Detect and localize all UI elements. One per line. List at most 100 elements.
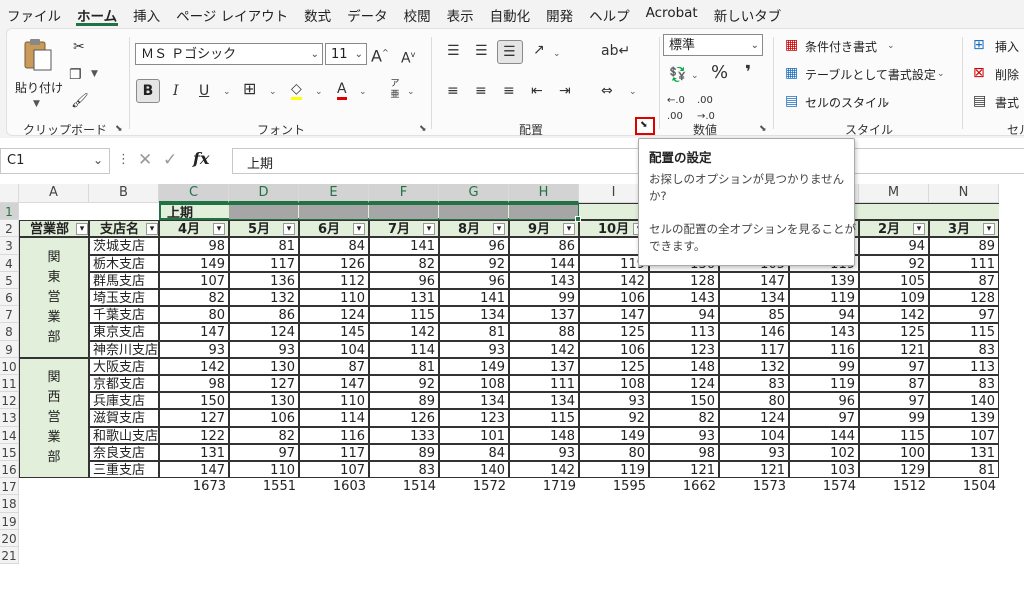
value-cell[interactable]: 104 [719, 426, 789, 444]
value-cell[interactable]: 83 [719, 375, 789, 393]
insert-function-button[interactable]: fx [193, 149, 209, 168]
value-cell[interactable]: 125 [579, 323, 649, 341]
chevron-down-icon[interactable]: ⌄ [691, 71, 699, 81]
dialog-launcher-icon[interactable]: ⬊ [115, 124, 123, 134]
phonetic-button[interactable]: ア 亜 [387, 79, 403, 105]
conditional-format-icon[interactable]: ▦ [785, 37, 798, 53]
value-cell[interactable]: 98 [159, 375, 229, 393]
branch-cell[interactable]: 京都支店 [89, 375, 159, 393]
value-cell[interactable]: 88 [509, 323, 579, 341]
column-header[interactable]: M [859, 184, 929, 203]
row-header[interactable]: 17 [0, 478, 19, 496]
total-cell[interactable]: 1673 [159, 478, 229, 495]
value-cell[interactable]: 93 [579, 392, 649, 410]
value-cell[interactable]: 144 [789, 426, 859, 444]
header-cell[interactable] [929, 203, 999, 221]
fill-color-icon[interactable]: ◇ [291, 81, 302, 100]
value-cell[interactable]: 110 [299, 392, 369, 410]
value-cell[interactable]: 87 [859, 375, 929, 393]
value-cell[interactable]: 85 [719, 306, 789, 324]
delete-cells-button[interactable]: 削除 [995, 66, 1019, 83]
row-header[interactable]: 19 [0, 512, 19, 530]
menu-tab[interactable]: 校閲 [397, 0, 440, 26]
menu-tab[interactable]: 挿入 [126, 0, 169, 26]
formula-input[interactable]: 上期 [232, 148, 1024, 174]
value-cell[interactable]: 89 [369, 392, 439, 410]
branch-cell[interactable]: 兵庫支店 [89, 392, 159, 410]
chevron-down-icon[interactable]: ⌄ [553, 49, 561, 59]
value-cell[interactable]: 139 [929, 409, 999, 427]
value-cell[interactable]: 112 [299, 271, 369, 289]
filter-dropdown-icon[interactable]: ▾ [423, 223, 435, 236]
value-cell[interactable]: 106 [229, 409, 299, 427]
chevron-down-icon[interactable]: ⌄ [269, 87, 277, 97]
value-cell[interactable]: 134 [719, 289, 789, 307]
menu-tab[interactable]: 表示 [440, 0, 483, 26]
value-cell[interactable]: 149 [579, 426, 649, 444]
row-header[interactable]: 14 [0, 426, 19, 444]
column-header[interactable]: H [509, 184, 579, 203]
value-cell[interactable]: 106 [579, 340, 649, 358]
branch-cell[interactable]: 大阪支店 [89, 357, 159, 375]
align-right-icon[interactable]: ≡ [503, 83, 515, 99]
font-color-icon[interactable]: A [337, 81, 347, 100]
value-cell[interactable]: 124 [719, 409, 789, 427]
value-cell[interactable]: 86 [229, 306, 299, 324]
value-cell[interactable]: 130 [229, 392, 299, 410]
filter-dropdown-icon[interactable]: ▾ [983, 223, 995, 236]
font-name-combo[interactable]: ＭＳ Ｐゴシック ⌄ [135, 43, 323, 65]
value-cell[interactable]: 99 [509, 289, 579, 307]
value-cell[interactable]: 122 [159, 426, 229, 444]
value-cell[interactable]: 146 [719, 323, 789, 341]
orientation-icon[interactable]: ↗ [533, 42, 545, 58]
value-cell[interactable]: 115 [509, 409, 579, 427]
menu-tab[interactable]: 開発 [539, 0, 582, 26]
decrease-indent-icon[interactable]: ⇤ [531, 83, 543, 99]
copy-icon[interactable]: ❐ [69, 67, 82, 83]
total-cell[interactable]: 1512 [859, 478, 929, 495]
value-cell[interactable]: 119 [579, 461, 649, 479]
filter-dropdown-icon[interactable]: ▾ [493, 223, 505, 236]
value-cell[interactable]: 148 [509, 426, 579, 444]
value-cell[interactable]: 119 [789, 375, 859, 393]
alignment-settings-launcher[interactable]: ⬊ [635, 117, 655, 135]
value-cell[interactable]: 116 [789, 340, 859, 358]
column-header[interactable]: A [19, 184, 89, 203]
align-center-icon[interactable]: ≡ [475, 83, 487, 99]
conditional-format-button[interactable]: 条件付き書式 [805, 38, 877, 55]
value-cell[interactable]: 124 [229, 323, 299, 341]
branch-cell[interactable]: 東京支店 [89, 323, 159, 341]
value-cell[interactable]: 131 [159, 443, 229, 461]
chevron-down-icon[interactable]: ⌄ [359, 87, 367, 97]
row-header[interactable]: 10 [0, 357, 19, 375]
value-cell[interactable]: 111 [929, 254, 999, 272]
header-cell[interactable] [859, 203, 929, 221]
value-cell[interactable]: 83 [929, 340, 999, 358]
dialog-launcher-icon[interactable]: ⬊ [759, 124, 767, 134]
increase-decimal-icon[interactable]: ←.0.00 [667, 93, 685, 125]
value-cell[interactable]: 137 [509, 357, 579, 375]
value-cell[interactable]: 81 [369, 357, 439, 375]
total-cell[interactable]: 1551 [229, 478, 299, 495]
value-cell[interactable]: 134 [509, 392, 579, 410]
value-cell[interactable]: 93 [229, 340, 299, 358]
value-cell[interactable]: 115 [369, 306, 439, 324]
column-header[interactable]: E [299, 184, 369, 203]
branch-cell[interactable]: 千葉支店 [89, 306, 159, 324]
value-cell[interactable]: 141 [369, 237, 439, 255]
value-cell[interactable]: 132 [229, 289, 299, 307]
row-header[interactable]: 1 [0, 203, 19, 221]
format-table-icon[interactable]: ▦ [785, 65, 798, 81]
enter-icon[interactable]: ✓ [163, 150, 177, 170]
value-cell[interactable]: 107 [159, 271, 229, 289]
total-cell[interactable]: 1574 [789, 478, 859, 495]
value-cell[interactable]: 149 [159, 254, 229, 272]
italic-button[interactable]: I [173, 83, 179, 99]
value-cell[interactable]: 119 [789, 289, 859, 307]
value-cell[interactable]: 81 [929, 461, 999, 479]
value-cell[interactable]: 126 [299, 254, 369, 272]
value-cell[interactable]: 96 [439, 237, 509, 255]
value-cell[interactable]: 114 [369, 340, 439, 358]
value-cell[interactable]: 131 [929, 443, 999, 461]
value-cell[interactable]: 127 [159, 409, 229, 427]
